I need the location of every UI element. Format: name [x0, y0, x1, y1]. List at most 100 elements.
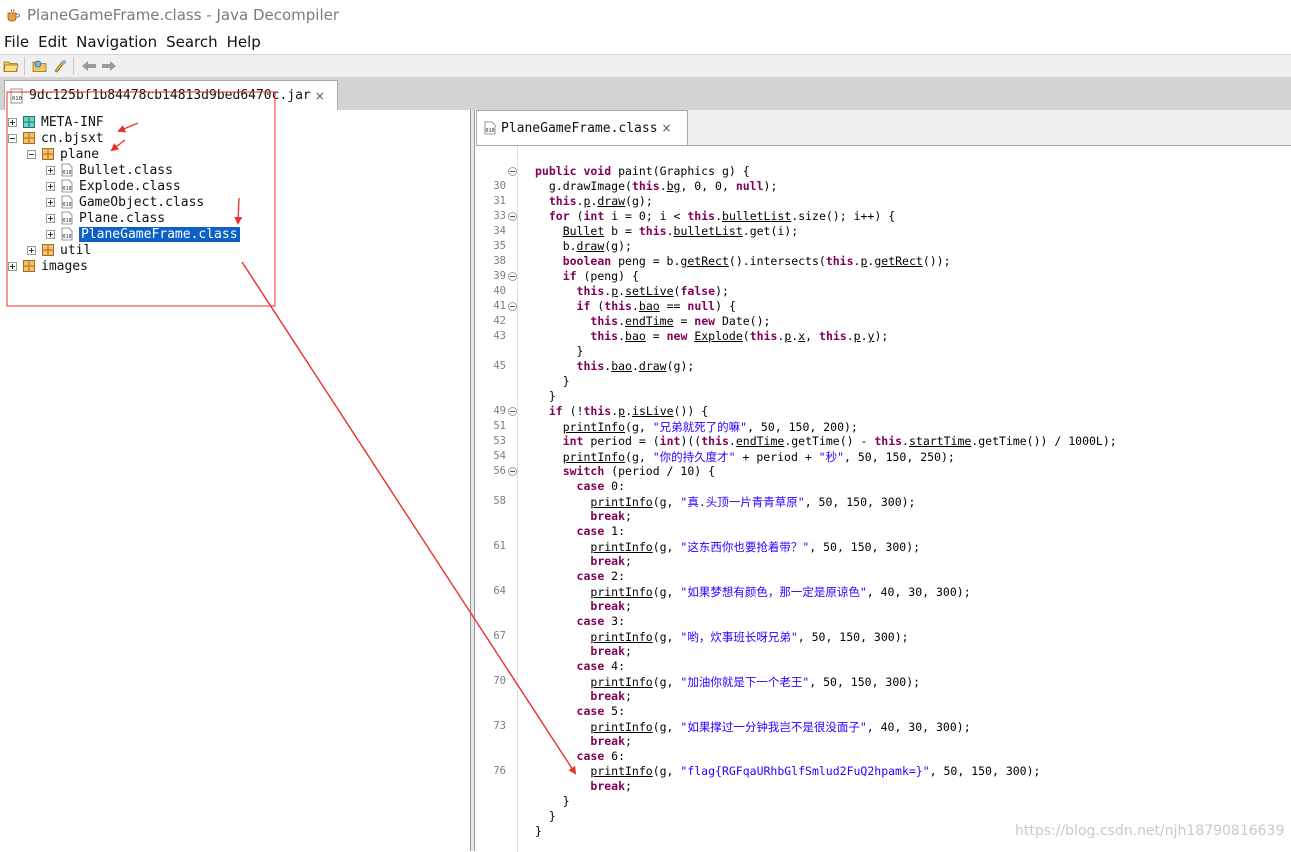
- coffee-cup-icon: [5, 7, 21, 23]
- fold-toggle-icon[interactable]: [508, 272, 517, 281]
- expand-icon[interactable]: [46, 165, 55, 175]
- forward-arrow-icon[interactable]: [100, 57, 118, 75]
- tree-item-bullet-class[interactable]: 010 Bullet.class: [46, 162, 173, 178]
- code-text: );: [763, 179, 778, 193]
- jar-tab[interactable]: 010 9dc125bf1b84478cb14813d9bed6470c.jar…: [4, 80, 338, 110]
- expand-icon[interactable]: [46, 229, 55, 239]
- close-icon[interactable]: ×: [315, 89, 325, 103]
- tree-item-gameobject-class[interactable]: 010 GameObject.class: [46, 194, 204, 210]
- menu-file[interactable]: File: [4, 33, 29, 51]
- menu-edit[interactable]: Edit: [38, 33, 67, 51]
- code-keyword: int: [583, 209, 605, 223]
- fold-toggle-icon[interactable]: [508, 167, 517, 176]
- collapse-icon[interactable]: [27, 149, 36, 159]
- fold-toggle-icon[interactable]: [508, 302, 517, 311]
- jar-file-icon: 010: [9, 88, 25, 104]
- search-icon[interactable]: [51, 57, 69, 75]
- pane-splitter[interactable]: [471, 110, 475, 851]
- expand-icon[interactable]: [46, 213, 55, 223]
- code-text: .: [666, 224, 674, 238]
- code-text: , 50, 150, 300);: [797, 630, 909, 644]
- code-text: .: [659, 179, 667, 193]
- code-identifier: endTime: [735, 434, 785, 448]
- fold-toggle-icon[interactable]: [508, 467, 517, 476]
- tree-item-cn-bjsxt[interactable]: cn.bjsxt: [8, 130, 104, 146]
- code-keyword: new: [694, 314, 716, 328]
- class-file-icon: 010: [60, 227, 74, 241]
- tree-item-explode-class[interactable]: 010 Explode.class: [46, 178, 181, 194]
- tree-item-label: Bullet.class: [79, 162, 173, 178]
- code-text: , 40, 30, 300);: [866, 720, 971, 734]
- class-file-icon: 010: [60, 211, 74, 225]
- code-text: (period / 10) {: [604, 464, 716, 478]
- code-text: .get(i);: [742, 224, 799, 238]
- code-keyword: case: [576, 479, 605, 493]
- code-keyword: int: [659, 434, 681, 448]
- fold-toggle-icon[interactable]: [508, 407, 517, 416]
- line-number: 76: [493, 765, 506, 777]
- line-number: 73: [493, 720, 506, 732]
- fold-toggle-icon[interactable]: [508, 212, 517, 221]
- tree-item-meta-inf[interactable]: META-INF: [8, 114, 104, 130]
- tree-item-label: plane: [60, 146, 100, 162]
- expand-icon[interactable]: [46, 181, 55, 191]
- close-icon[interactable]: ×: [662, 121, 672, 135]
- code-text: 4:: [604, 659, 626, 673]
- expand-icon[interactable]: [8, 261, 17, 271]
- code-text: 0:: [604, 479, 626, 493]
- source-pane: 010 PlaneGameFrame.class × 30 31 33 34 35 38 3…: [476, 110, 1291, 852]
- tree-item-planegameframe-class[interactable]: 010 PlaneGameFrame.class: [46, 226, 240, 242]
- code-keyword: case: [576, 614, 605, 628]
- code-keyword: this: [576, 284, 605, 298]
- code-keyword: break: [590, 599, 626, 613]
- code-line: public void paint(Graphics g) {: [535, 164, 750, 179]
- collapse-icon[interactable]: [8, 133, 17, 143]
- code-keyword: this: [749, 329, 778, 343]
- open-file-icon[interactable]: [2, 57, 20, 75]
- menu-help[interactable]: Help: [227, 33, 261, 51]
- code-text: , 50, 150, 300);: [809, 675, 921, 689]
- line-number: 30: [493, 180, 506, 192]
- code-keyword: null: [687, 299, 716, 313]
- code-line: }: [535, 374, 570, 389]
- expand-icon[interactable]: [8, 117, 17, 127]
- code-string: "秒": [818, 450, 845, 464]
- code-keyword: this: [590, 314, 619, 328]
- code-keyword: public void: [535, 164, 612, 178]
- code-line: break;: [535, 644, 632, 659]
- tree-item-plane[interactable]: plane: [27, 146, 99, 162]
- class-file-tab[interactable]: 010 PlaneGameFrame.class ×: [476, 110, 688, 145]
- code-text: .: [625, 404, 633, 418]
- menu-navigation[interactable]: Navigation: [76, 33, 157, 51]
- tree-item-util[interactable]: util: [27, 242, 91, 258]
- code-keyword: this: [819, 329, 847, 343]
- tree-item-label: GameObject.class: [79, 194, 205, 210]
- code-string: "flag{RGFqaURhbGlfSmlud2FuQ2hpamk=}": [680, 764, 930, 778]
- code-text: (g,: [652, 585, 681, 599]
- code-keyword: for: [548, 209, 570, 223]
- code-identifier: bulletList: [722, 209, 792, 223]
- code-identifier: Bullet: [562, 224, 605, 238]
- code-line: }: [535, 344, 584, 359]
- code-text: .: [631, 359, 639, 373]
- expand-icon[interactable]: [27, 245, 36, 255]
- code-text: , 40, 30, 300);: [866, 585, 971, 599]
- code-line: this.bao.draw(g);: [535, 359, 695, 374]
- code-text: (g,: [625, 420, 653, 434]
- menu-search[interactable]: Search: [166, 33, 218, 51]
- tree-item-images[interactable]: images: [8, 258, 88, 274]
- code-identifier: getRect: [680, 254, 729, 268]
- line-number-gutter: 30 31 33 34 35 38 39 40 41 42 43 45 49 51 53 54 56 58 61 64…: [476, 146, 518, 852]
- tree-item-plane-class[interactable]: 010 Plane.class: [46, 210, 165, 226]
- code-editor[interactable]: 30 31 33 34 35 38 39 40 41 42 43 45 49 51 53 54 56 58 61 64…: [476, 145, 1291, 852]
- code-text: (peng) {: [576, 269, 639, 283]
- open-type-icon[interactable]: [31, 57, 49, 75]
- back-arrow-icon[interactable]: [80, 57, 98, 75]
- expand-icon[interactable]: [46, 197, 55, 207]
- line-number: 43: [493, 330, 506, 342]
